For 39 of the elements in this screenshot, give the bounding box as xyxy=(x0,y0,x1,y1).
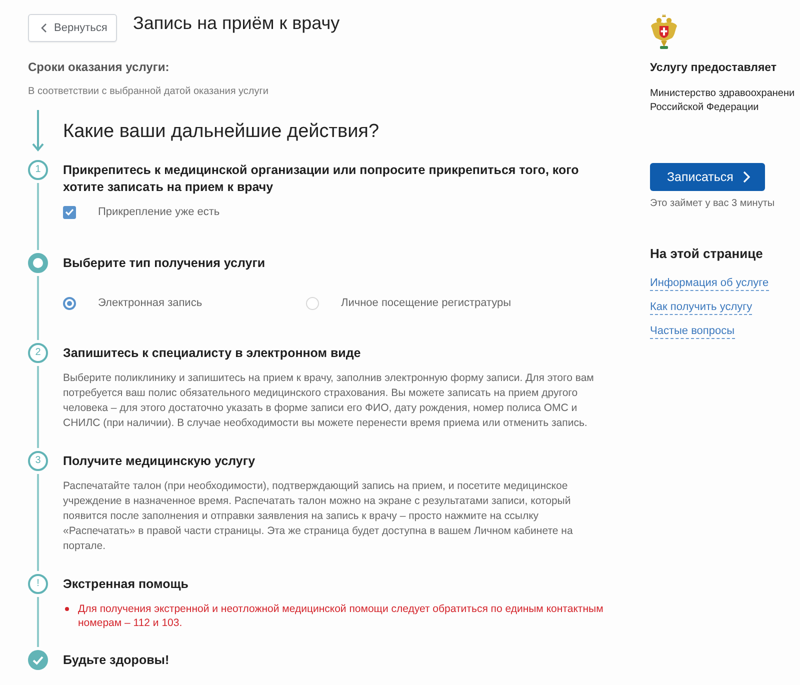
step-heading: Выберите тип получения услуги xyxy=(63,255,266,272)
provider-heading: Услугу предоставляет xyxy=(650,62,777,75)
bullet-icon xyxy=(65,607,69,611)
step-number: 1 xyxy=(28,160,48,180)
duration-note: Это займет у вас 3 минуты xyxy=(650,198,775,210)
warning-text: Для получения экстренной и неотложной медицинской помощи следует обратиться по единым контактным номерам – 112 и 103. xyxy=(78,602,604,630)
radio-label: Личное посещение регистратуры xyxy=(341,296,512,311)
step-description: Выберите поликлинику и запишитесь на прием к врачу, заполнив электронную форму записи. Для этого вам потребуется ваш полис обязательного медицинского страхования. Вы можете записать на прием другого человека – для этого достаточно указать в форме записи его ФИО, дату рождения, номер полиса ОМС и СНИЛС (при наличии). В случае необходимости вы можете перенести время приема или отменить запись. xyxy=(63,371,595,431)
step-number: 2 xyxy=(28,343,48,363)
step-heading: Запишитесь к специалисту в электронном виде xyxy=(63,345,362,362)
toc-link[interactable]: Частые вопросы xyxy=(650,325,735,339)
check-circle-icon xyxy=(28,650,48,670)
step-heading: Получите медицинскую услугу xyxy=(63,453,256,470)
radio-label: Электронная запись xyxy=(98,296,202,311)
steps-heading: Какие ваши дальнейшие действия? xyxy=(63,120,380,144)
back-button[interactable]: Вернуться xyxy=(28,14,117,42)
ring-icon xyxy=(28,253,48,273)
section-text: В соответствии с выбранной датой оказания услуги xyxy=(28,86,270,98)
arrow-down-icon xyxy=(32,110,44,152)
step-description: Распечатайте талон (при необходимости), подтверждающий запись на прием, и посетите медицинское учреждение в назначенное время. Распечатать талон можно на экране с результатами записи, который появится после заполнения и отправки заявления на запись к врачу – просто нажмите на ссылку «Распечатать» в правой части страницы. Эта же страница будет доступна в вашем Личном кабинете на портале. xyxy=(63,479,574,554)
step-number: 3 xyxy=(28,451,48,471)
checkbox[interactable] xyxy=(63,206,76,218)
toc-link[interactable]: Информация об услуге xyxy=(650,277,769,291)
step-heading: Прикрепитесь к медицинской организации или попросите прикрепиться того, кого хотите записать на прием к врачу xyxy=(63,162,580,196)
chevron-right-icon xyxy=(743,171,750,183)
toc-heading: На этой странице xyxy=(650,246,763,262)
checkbox-label: Прикрепление уже есть xyxy=(98,205,220,220)
sign-up-button[interactable]: Записаться xyxy=(650,163,765,191)
page-title: Запись на приём к врачу xyxy=(133,13,340,33)
radio-button[interactable] xyxy=(63,296,76,310)
step-heading: Будьте здоровы! xyxy=(63,652,170,669)
chevron-left-icon xyxy=(41,23,47,33)
provider-name: Российской Федерации xyxy=(650,101,760,115)
step-heading: Экстренная помощь xyxy=(63,576,190,593)
provider-name: Министерство здравоохранени xyxy=(650,87,795,101)
toc-link[interactable]: Как получить услугу xyxy=(650,301,752,315)
coat-of-arms-icon xyxy=(650,14,678,50)
section-heading: Сроки оказания услуги: xyxy=(28,60,170,74)
alert-marker: ! xyxy=(28,574,48,594)
